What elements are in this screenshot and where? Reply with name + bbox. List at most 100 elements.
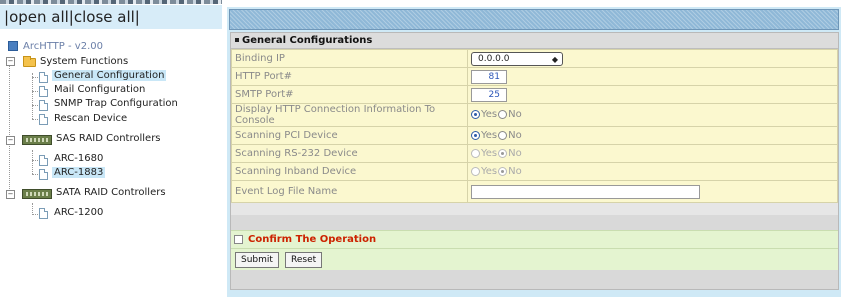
binding-ip-select[interactable]: 0.0.0.0 ◆ — [471, 51, 563, 66]
tree-line — [32, 119, 38, 120]
display-http-label: Display HTTP Connection Information To C… — [231, 103, 468, 127]
tree-item-system-functions[interactable]: System Functions — [38, 55, 130, 68]
display-http-no-radio[interactable] — [498, 110, 508, 120]
tree-toolbar: |open all|close all| — [0, 5, 222, 29]
tree-item-rescan-device[interactable]: Rescan Device — [52, 112, 129, 125]
scan-inband-no-radio[interactable] — [498, 166, 508, 176]
reset-button[interactable]: Reset — [285, 252, 323, 268]
scan-inband-cell: Yes No — [467, 162, 838, 181]
page-icon — [39, 169, 48, 180]
submit-button[interactable]: Submit — [235, 252, 279, 268]
collapse-icon[interactable]: − — [6, 136, 15, 145]
tree-item-sas-raid-controllers[interactable]: SAS RAID Controllers — [54, 132, 163, 145]
page-icon — [39, 86, 48, 97]
tree-item-label: ARC-1883 — [52, 167, 106, 178]
event-log-input[interactable] — [471, 184, 700, 199]
tree-line — [9, 57, 10, 197]
config-form: Binding IP 0.0.0.0 ◆ HTTP Port# 81 SMTP P… — [231, 49, 838, 203]
radio-label: No — [508, 165, 522, 177]
spacer — [231, 215, 838, 230]
tree-line — [32, 91, 38, 92]
form-row: Scanning RS-232 Device Yes No — [231, 144, 838, 163]
confirm-row: Confirm The Operation — [231, 230, 838, 248]
tree-root-label: ArcHTTP - v2.00 — [23, 41, 103, 52]
binding-ip-cell: 0.0.0.0 ◆ — [467, 49, 838, 68]
open-all-link[interactable]: open all — [9, 8, 69, 26]
form-row: Display HTTP Connection Information To C… — [231, 103, 838, 127]
http-port-cell: 81 — [467, 67, 838, 86]
tree-item-general-configuration[interactable]: General Configuration — [52, 69, 167, 82]
radio-label: No — [508, 147, 522, 159]
smtp-port-label: SMTP Port# — [231, 85, 468, 104]
scan-pci-yes-radio[interactable] — [471, 130, 480, 140]
collapse-icon[interactable]: − — [6, 57, 15, 66]
tree-item-arc-1680[interactable]: ARC-1680 — [52, 152, 105, 165]
scan-rs232-cell: Yes No — [467, 144, 838, 163]
updown-arrow-icon: ◆ — [551, 54, 558, 64]
http-port-input[interactable]: 81 — [471, 69, 507, 84]
display-http-cell: Yes No — [467, 103, 838, 127]
scan-inband-yes-radio[interactable] — [471, 166, 480, 176]
scan-inband-label: Scanning Inband Device — [231, 162, 468, 181]
tree-line — [32, 73, 33, 119]
tree-line — [32, 174, 38, 175]
content-header-bar — [229, 9, 839, 30]
smtp-port-input[interactable]: 25 — [471, 87, 507, 102]
page-icon — [39, 100, 48, 111]
form-row: Scanning Inband Device Yes No — [231, 162, 838, 181]
tree-item-label: SATA RAID Controllers — [56, 187, 166, 198]
form-row: Event Log File Name — [231, 180, 838, 203]
tree-item-label: Mail Configuration — [54, 84, 146, 95]
close-all-link[interactable]: close all — [74, 8, 135, 26]
tree-line — [32, 160, 38, 161]
tree-item-label: General Configuration — [52, 70, 167, 81]
scan-rs232-no-radio[interactable] — [498, 148, 508, 158]
tree-line — [32, 150, 33, 174]
page-icon — [39, 114, 48, 125]
tree-item-label: ARC-1200 — [54, 207, 104, 218]
confirm-checkbox[interactable] — [234, 234, 243, 244]
smtp-port-cell: 25 — [467, 85, 838, 104]
tree-item-mail-configuration[interactable]: Mail Configuration — [52, 83, 147, 96]
tree-line — [32, 77, 38, 78]
spacer — [231, 270, 838, 289]
radio-label: Yes — [481, 165, 498, 177]
tree-root[interactable]: ArcHTTP - v2.00 — [21, 40, 105, 53]
display-http-yes-radio[interactable] — [471, 110, 480, 120]
collapse-icon[interactable]: − — [6, 190, 15, 199]
panel-title: General Configurations — [231, 33, 838, 49]
scan-rs232-yes-radio[interactable] — [471, 148, 480, 158]
scan-pci-cell: Yes No — [467, 126, 838, 145]
form-row: Binding IP 0.0.0.0 ◆ — [231, 49, 838, 68]
top-decoration-strip — [0, 0, 222, 4]
tree-item-label: System Functions — [40, 56, 129, 67]
confirm-label: Confirm The Operation — [248, 234, 377, 245]
raid-controller-icon — [22, 189, 52, 199]
event-log-cell — [467, 180, 838, 203]
tree-item-snmp-trap-configuration[interactable]: SNMP Trap Configuration — [52, 97, 180, 110]
tree-item-label: SAS RAID Controllers — [56, 133, 161, 144]
select-value: 0.0.0.0 — [478, 53, 510, 64]
form-row: SMTP Port# 25 — [231, 85, 838, 104]
radio-label: Yes — [481, 109, 498, 121]
radio-label: Yes — [481, 129, 498, 141]
separator: | — [134, 8, 140, 26]
radio-label: No — [508, 109, 522, 121]
tree-line — [32, 105, 38, 106]
tree-item-sata-raid-controllers[interactable]: SATA RAID Controllers — [54, 186, 168, 199]
bullet-icon — [235, 38, 239, 42]
page-icon — [39, 72, 48, 83]
event-log-label: Event Log File Name — [231, 180, 468, 203]
folder-open-icon — [23, 56, 36, 67]
tree-item-arc-1883[interactable]: ARC-1883 — [52, 166, 106, 179]
form-row: Scanning PCI Device Yes No — [231, 126, 838, 145]
computer-icon — [8, 41, 18, 51]
binding-ip-label: Binding IP — [231, 49, 468, 68]
tree-item-arc-1200[interactable]: ARC-1200 — [52, 206, 105, 219]
tree-item-label: Rescan Device — [54, 113, 128, 124]
scan-pci-no-radio[interactable] — [498, 130, 508, 140]
form-row: HTTP Port# 81 — [231, 67, 838, 86]
scan-pci-label: Scanning PCI Device — [231, 126, 468, 145]
scan-rs232-label: Scanning RS-232 Device — [231, 144, 468, 163]
panel-title-text: General Configurations — [242, 35, 373, 46]
